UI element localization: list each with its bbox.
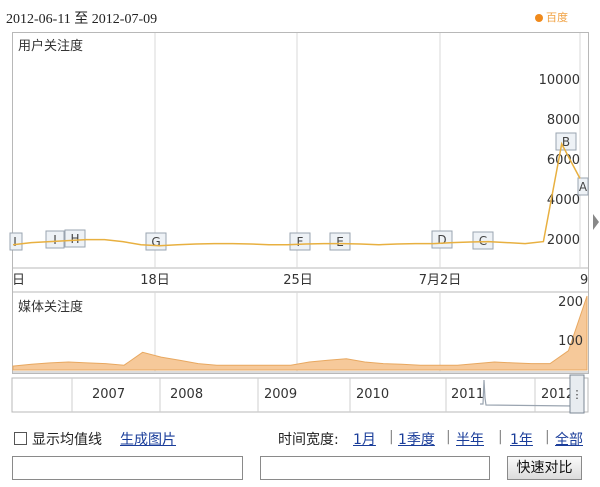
event-marker-label: G bbox=[151, 235, 160, 249]
show-average-checkbox[interactable] bbox=[14, 432, 27, 445]
time-option-1-year[interactable]: 1年 bbox=[510, 429, 533, 449]
event-marker[interactable]: I bbox=[9, 232, 23, 251]
user-chart-title: 用户关注度 bbox=[18, 38, 83, 54]
trend-chart: 用户关注度 2000 4000 6000 8000 10000 I I H G … bbox=[9, 33, 589, 414]
show-average-label: 显示均值线 bbox=[32, 432, 102, 448]
event-marker-label: E bbox=[336, 235, 344, 249]
user-x-tick: 25日 bbox=[283, 273, 313, 288]
quick-compare-button[interactable]: 快速对比 bbox=[507, 456, 582, 480]
time-option-separator: | bbox=[545, 429, 550, 445]
user-x-tick: 9 bbox=[580, 273, 588, 288]
event-marker[interactable]: D bbox=[431, 230, 453, 249]
media-y-tick: 100 bbox=[558, 334, 583, 349]
timeline-year: 2010 bbox=[356, 387, 389, 402]
event-marker-label: F bbox=[297, 235, 304, 249]
time-option-separator: | bbox=[498, 429, 503, 445]
event-marker-label: I bbox=[13, 235, 17, 249]
event-marker[interactable]: H bbox=[64, 229, 86, 248]
time-option-1-month[interactable]: 1月 bbox=[353, 429, 376, 449]
user-y-tick: 8000 bbox=[547, 113, 580, 128]
event-marker[interactable]: G bbox=[145, 232, 167, 251]
media-series-area bbox=[12, 295, 588, 371]
user-x-ticks: 日 18日 25日 7月2日 9 bbox=[12, 273, 588, 288]
user-y-tick: 6000 bbox=[547, 153, 580, 168]
event-marker[interactable]: F bbox=[289, 232, 311, 251]
event-marker-label: H bbox=[70, 232, 79, 246]
time-option-separator: | bbox=[446, 429, 451, 445]
event-marker[interactable]: A bbox=[577, 177, 589, 196]
user-y-tick: 10000 bbox=[539, 73, 580, 88]
generate-image-link[interactable]: 生成图片 bbox=[120, 429, 176, 449]
timeline-navigator[interactable]: 2007 2008 2009 2010 2011 2012 ⋮ bbox=[11, 374, 589, 414]
event-marker[interactable]: C bbox=[472, 231, 494, 250]
event-markers: I I H G F E D C B A bbox=[9, 132, 589, 251]
time-option-1-quarter[interactable]: 1季度 bbox=[398, 429, 435, 449]
event-marker[interactable]: E bbox=[329, 232, 351, 251]
time-option-half-year[interactable]: 半年 bbox=[456, 429, 484, 449]
user-x-tick: 18日 bbox=[140, 273, 170, 288]
compare-keyword-input-2[interactable] bbox=[260, 456, 490, 480]
timeline-year: 2008 bbox=[170, 387, 203, 402]
user-grid bbox=[154, 33, 581, 268]
user-y-tick: 2000 bbox=[547, 233, 580, 248]
timeline-year: 2011 bbox=[451, 387, 484, 402]
event-marker-label: I bbox=[53, 233, 57, 247]
time-width-label: 时间宽度: bbox=[278, 432, 339, 448]
event-marker[interactable]: B bbox=[555, 132, 577, 151]
time-option-all[interactable]: 全部 bbox=[555, 429, 583, 449]
timeline-year: 2007 bbox=[92, 387, 125, 402]
compare-keyword-input-1[interactable] bbox=[12, 456, 243, 480]
event-marker-label: A bbox=[579, 180, 588, 194]
timeline-year: 2012 bbox=[541, 387, 574, 402]
media-grid bbox=[154, 292, 441, 372]
timeline-handle-grip-icon: ⋮ bbox=[572, 388, 583, 401]
timeline-year: 2009 bbox=[264, 387, 297, 402]
right-scroll-arrow-icon[interactable] bbox=[592, 210, 600, 234]
user-x-tick: 日 bbox=[12, 273, 25, 288]
user-x-tick: 7月2日 bbox=[419, 273, 462, 288]
event-marker[interactable]: I bbox=[45, 230, 65, 249]
event-marker-label: D bbox=[437, 233, 446, 247]
media-y-tick: 200 bbox=[558, 295, 583, 310]
media-chart-title: 媒体关注度 bbox=[18, 299, 83, 315]
time-option-separator: | bbox=[389, 429, 394, 445]
